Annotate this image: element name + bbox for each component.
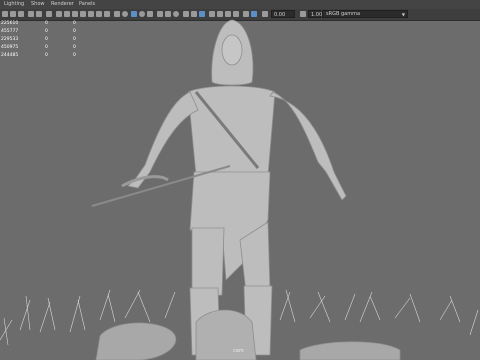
hud-col2: 0 bbox=[73, 21, 76, 26]
hud-value: 225610 bbox=[1, 21, 19, 26]
hud-value: 244485 bbox=[1, 53, 19, 58]
right-arm bbox=[269, 91, 347, 201]
hud-col1: 0 bbox=[45, 21, 48, 26]
hud-col1: 0 bbox=[45, 45, 48, 50]
hud-col2: 0 bbox=[73, 29, 76, 34]
rock-right bbox=[299, 341, 401, 360]
hud-col2: 0 bbox=[73, 37, 76, 42]
hud-value: 450975 bbox=[1, 45, 19, 50]
hud-col2: 0 bbox=[73, 53, 76, 58]
hud-col2: 0 bbox=[73, 45, 76, 50]
rock-left bbox=[95, 322, 177, 360]
head bbox=[221, 34, 243, 66]
hud-col1: 0 bbox=[45, 29, 48, 34]
hud-col1: 0 bbox=[45, 53, 48, 58]
left-arm bbox=[127, 91, 199, 189]
hud-value: 455777 bbox=[1, 29, 19, 34]
rock-center bbox=[195, 309, 257, 360]
left-leg bbox=[191, 227, 225, 299]
hud-col1: 0 bbox=[45, 37, 48, 42]
character-model bbox=[0, 19, 479, 360]
camera-name-label: cam bbox=[233, 348, 244, 354]
hud-value: 229533 bbox=[1, 37, 19, 42]
